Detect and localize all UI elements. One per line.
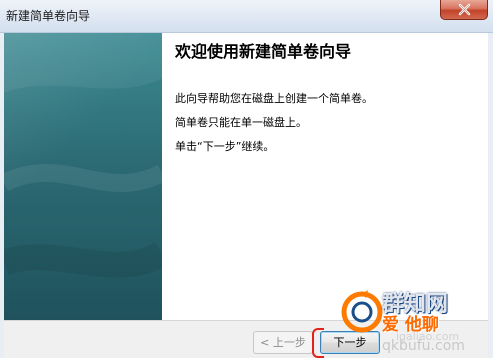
window-title: 新建简单卷向导 — [6, 9, 91, 23]
title-bar[interactable]: 新建简单卷向导 — [0, 0, 493, 33]
wizard-window: 新建简单卷向导 欢迎使用新建简单卷向导 此向导帮助您在磁盘上创建一个简单卷。 简… — [0, 0, 493, 358]
wizard-content: 欢迎使用新建简单卷向导 此向导帮助您在磁盘上创建一个简单卷。 简单卷只能在单一磁… — [175, 38, 475, 164]
window-frame-right — [488, 33, 493, 358]
page-title: 欢迎使用新建简单卷向导 — [175, 42, 352, 61]
annotation-highlight — [312, 328, 324, 358]
description-line-2: 简单卷只能在单一磁盘上。 — [175, 116, 307, 129]
description-line-1: 此向导帮助您在磁盘上创建一个简单卷。 — [175, 92, 373, 105]
back-button[interactable]: < 上一步(B) — [253, 331, 313, 358]
close-button[interactable] — [440, 0, 488, 20]
wizard-banner — [4, 33, 162, 320]
watermark-text-1: 群知网 — [382, 292, 449, 317]
banner-swirl-graphic — [4, 33, 162, 278]
next-button[interactable]: 下一步 — [320, 331, 380, 354]
close-icon — [458, 3, 471, 16]
button-bar: < 上一步(B) 下一步 — [4, 320, 488, 358]
description-line-3: 单击“下一步”继续。 — [175, 140, 275, 153]
